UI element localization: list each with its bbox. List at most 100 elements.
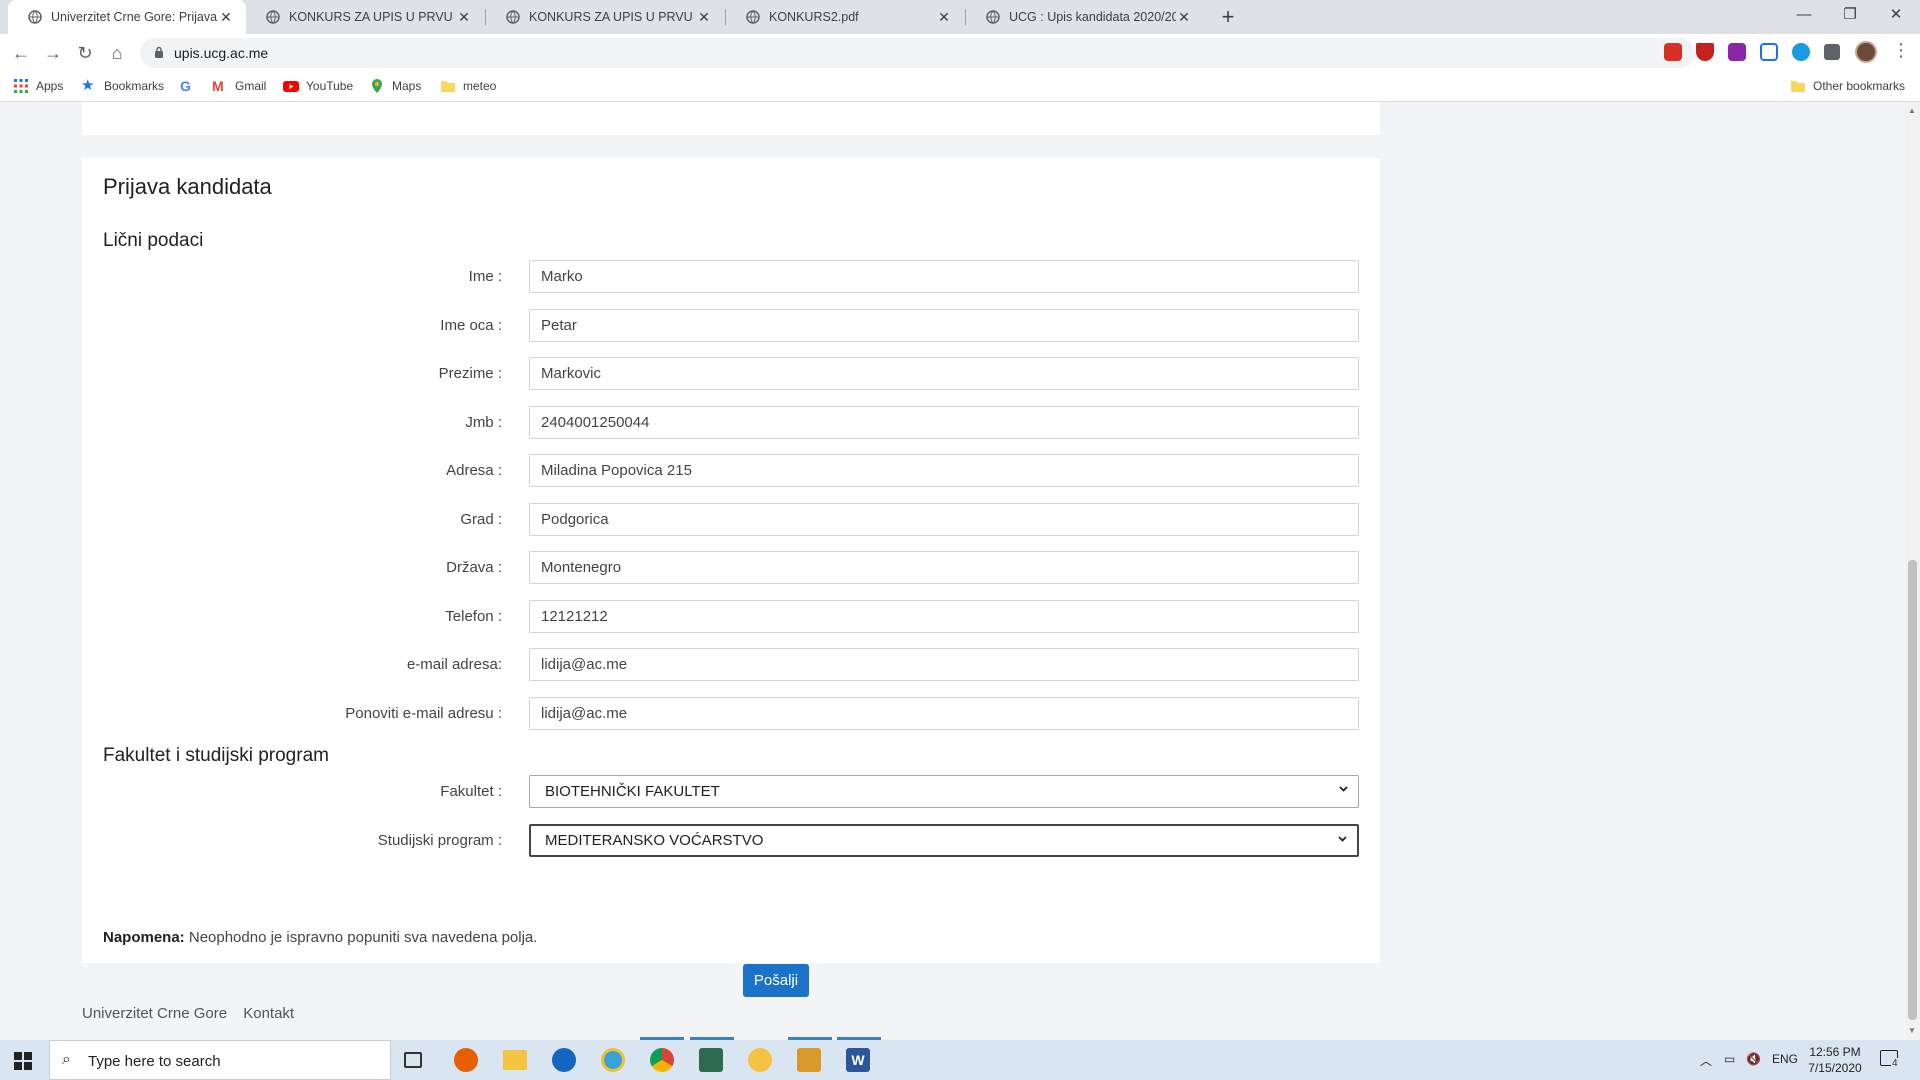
task-view-icon[interactable] [404, 1052, 422, 1068]
input-prezime[interactable] [529, 357, 1359, 390]
input-telefon[interactable] [529, 600, 1359, 633]
shield-extension-icon[interactable] [1696, 43, 1714, 61]
page-scrollbar[interactable]: ▲ ▼ [1905, 102, 1920, 1040]
close-icon[interactable]: ✕ [936, 9, 952, 26]
bookmark-label: Gmail [235, 79, 267, 93]
firefox-icon[interactable] [454, 1048, 478, 1072]
network-app-icon[interactable] [699, 1048, 723, 1072]
tab[interactable]: KONKURS ZA UPIS U PRVU GOD ✕ [246, 0, 484, 34]
chrome-icon[interactable] [650, 1048, 674, 1072]
close-window-button[interactable]: ✕ [1873, 0, 1919, 34]
page-footer: Univerzitet Crne Gore Kontakt [82, 1005, 306, 1022]
tab[interactable]: KONKURS ZA UPIS U PRVU GOD ✕ [486, 0, 724, 34]
submit-button[interactable]: Pošalji [743, 964, 809, 997]
bookmark-bookmarks[interactable]: ★ Bookmarks [81, 78, 164, 94]
input-email-confirm[interactable] [529, 697, 1359, 730]
bookmark-meteo[interactable]: meteo [440, 78, 496, 94]
restore-button[interactable]: ❐ [1827, 0, 1873, 34]
scroll-up-icon[interactable]: ▲ [1908, 106, 1916, 115]
app-icon[interactable] [748, 1048, 772, 1072]
close-icon[interactable]: ✕ [218, 9, 234, 26]
input-grad[interactable] [529, 503, 1359, 536]
internet-explorer-icon[interactable] [601, 1048, 625, 1072]
input-ime[interactable] [529, 260, 1359, 293]
extension-icon[interactable] [1728, 43, 1746, 61]
input-email[interactable] [529, 648, 1359, 681]
tab[interactable]: KONKURS2.pdf ✕ [726, 0, 964, 34]
close-icon[interactable]: ✕ [696, 9, 712, 26]
bookmark-google[interactable]: G [180, 78, 203, 94]
word-icon[interactable]: W [846, 1048, 870, 1072]
label-adresa: Adresa : [446, 462, 502, 479]
bookmark-label: YouTube [306, 79, 354, 93]
close-icon[interactable]: ✕ [456, 9, 472, 26]
bookmark-other[interactable]: Other bookmarks [1790, 78, 1905, 94]
adblock-icon[interactable] [1664, 43, 1682, 61]
scroll-down-icon[interactable]: ▼ [1908, 1026, 1916, 1035]
tray-chevron-icon[interactable]: ︿ [1700, 1052, 1712, 1069]
bookmarks-bar: Apps ★ Bookmarks G M Gmail YouTube Maps … [0, 72, 1920, 102]
select-studijski-program[interactable]: MEDITERANSKO VOĆARSTVO [529, 824, 1359, 857]
address-bar[interactable]: upis.ucg.ac.me ☆ [140, 38, 1695, 68]
bookmark-apps[interactable]: Apps [13, 78, 63, 94]
google-icon: G [180, 78, 191, 94]
language-indicator[interactable]: ENG [1772, 1052, 1798, 1066]
tab-strip: Univerzitet Crne Gore: Prijava na ✕ KONK… [0, 0, 1920, 34]
label-telefon: Telefon : [445, 608, 502, 625]
network-icon[interactable]: ▭ [1724, 1052, 1735, 1066]
taskbar-search-box[interactable]: ⌕ Type here to search [49, 1040, 391, 1080]
running-app-indicator [837, 1037, 881, 1040]
notification-count: 4 [1891, 1058, 1899, 1069]
label-ime: Ime : [468, 268, 502, 285]
new-tab-button[interactable]: + [1215, 4, 1241, 30]
bookmark-label: Maps [392, 79, 422, 93]
star-icon: ★ [81, 77, 95, 94]
back-icon[interactable]: ← [9, 41, 33, 65]
file-explorer-icon[interactable] [503, 1050, 527, 1070]
maps-pin-icon [372, 79, 382, 93]
windows-start-icon[interactable] [14, 1052, 32, 1070]
lock-icon [155, 46, 163, 58]
folder-icon [441, 81, 455, 92]
url-text: upis.ucg.ac.me [174, 45, 269, 61]
label-jmb: Jmb : [465, 414, 502, 431]
bookmark-maps[interactable]: Maps [369, 78, 421, 94]
bookmark-youtube[interactable]: YouTube [283, 78, 353, 94]
volume-muted-icon[interactable]: 🔇 [1746, 1052, 1761, 1066]
input-jmb[interactable] [529, 406, 1359, 439]
select-fakultet[interactable]: BIOTEHNIČKI FAKULTET [529, 775, 1359, 808]
tab-active[interactable]: Univerzitet Crne Gore: Prijava na ✕ [8, 0, 246, 34]
gmail-icon: M [212, 78, 224, 94]
taskbar-clock[interactable]: 12:56 PM 7/15/2020 [1800, 1044, 1870, 1076]
note-label: Napomena: [103, 929, 185, 946]
input-drzava[interactable] [529, 551, 1359, 584]
edge-icon[interactable] [552, 1048, 576, 1072]
app-icon[interactable] [797, 1048, 821, 1072]
section-faculty-heading: Fakultet i studijski program [103, 745, 329, 766]
chevron-down-icon [1339, 786, 1348, 792]
menu-kebab-icon[interactable]: ⋮ [1892, 40, 1910, 61]
bookmark-label: Apps [36, 79, 64, 93]
input-ime-oca[interactable] [529, 309, 1359, 342]
tab[interactable]: UCG : Upis kandidata 2020/2021 ✕ [966, 0, 1204, 34]
minimize-button[interactable]: — [1781, 0, 1827, 34]
reload-icon[interactable]: ↻ [73, 41, 97, 65]
footer-link-contact[interactable]: Kontakt [243, 1005, 294, 1022]
puzzle-icon[interactable] [1824, 44, 1840, 60]
footer-link-university[interactable]: Univerzitet Crne Gore [82, 1005, 227, 1022]
input-adresa[interactable] [529, 454, 1359, 487]
extension-icon[interactable] [1792, 43, 1810, 61]
bookmark-gmail[interactable]: M Gmail [212, 78, 266, 94]
active-app-indicator [640, 1037, 684, 1040]
home-icon[interactable]: ⌂ [105, 41, 129, 65]
extension-icon[interactable] [1760, 43, 1778, 61]
scrollbar-thumb[interactable] [1908, 560, 1917, 1020]
label-fakultet: Fakultet : [440, 783, 502, 800]
forward-icon[interactable]: → [41, 41, 65, 65]
profile-avatar[interactable] [1855, 41, 1877, 63]
select-fakultet-value: BIOTEHNIČKI FAKULTET [545, 783, 720, 800]
label-ime-oca: Ime oca : [440, 317, 502, 334]
close-icon[interactable]: ✕ [1176, 9, 1192, 26]
tab-title: KONKURS ZA UPIS U PRVU GOD [529, 10, 696, 24]
apps-grid-icon [14, 79, 28, 93]
